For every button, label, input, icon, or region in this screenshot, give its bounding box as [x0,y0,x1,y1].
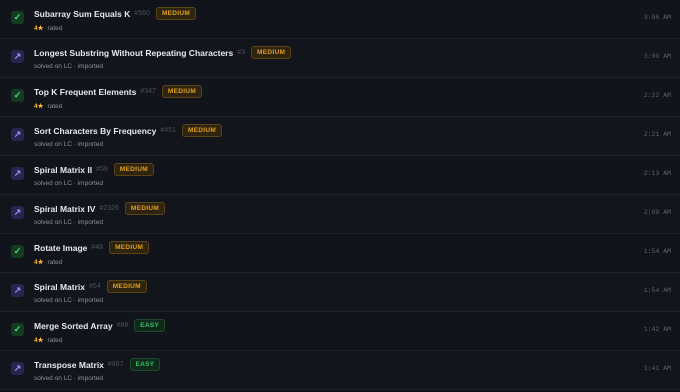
subtitle-text: solved on LC · imported [34,297,104,304]
problem-title[interactable]: Longest Substring Without Repeating Char… [34,48,233,58]
problem-subtitle: 4★ rated [34,102,62,110]
problem-title-line: Subarray Sum Equals K #560 MEDIUM [34,7,197,20]
problem-row[interactable]: ↗ Longest Substring Without Repeating Cha… [0,39,680,78]
external-link-icon: ↗ [11,284,24,297]
rating-stars: 4★ [34,259,44,266]
subtitle-text: solved on LC · imported [34,375,104,382]
subtitle-text: rated [47,25,63,32]
problem-title-line: Longest Substring Without Repeating Char… [34,46,292,59]
difficulty-badge: MEDIUM [251,46,292,59]
subtitle-text: rated [47,337,63,344]
problem-subtitle: solved on LC · imported [34,297,103,304]
problem-number: #2326 [99,205,119,212]
problem-subtitle: solved on LC · imported [34,219,103,226]
problem-row[interactable]: ↗ Spiral Matrix IV #2326 MEDIUM solved on LC… [0,195,680,234]
problem-number: #3 [237,49,246,56]
solved-time: 3:00 AM [643,53,671,60]
problem-subtitle: solved on LC · imported [34,141,103,148]
difficulty-badge: MEDIUM [109,241,150,254]
problem-number: #59 [96,166,108,173]
problem-title-line: Spiral Matrix IV #2326 MEDIUM [34,202,166,215]
problem-subtitle: solved on LC · imported [34,63,103,70]
external-link-icon: ↗ [11,362,24,375]
problem-title[interactable]: Sort Characters By Frequency [34,126,156,136]
difficulty-badge: EASY [129,358,161,371]
problem-subtitle: solved on LC · imported [34,375,103,382]
problem-title[interactable]: Subarray Sum Equals K [34,9,130,19]
problem-title-line: Spiral Matrix #54 MEDIUM [34,280,147,293]
problem-subtitle: 4★ rated [34,24,62,32]
subtitle-text: solved on LC · imported [34,141,104,148]
solved-time: 2:21 AM [643,131,671,138]
problem-title-line: Rotate Image #48 MEDIUM [34,241,150,254]
rating-stars: 4★ [34,337,44,344]
rating-stars: 4★ [34,103,44,110]
difficulty-badge: MEDIUM [155,7,197,20]
difficulty-badge: MEDIUM [181,124,223,137]
checkmark-icon: ✓ [11,323,24,336]
problem-title[interactable]: Top K Frequent Elements [34,87,136,97]
problem-number: #451 [160,127,176,134]
subtitle-text: solved on LC · imported [34,63,104,70]
external-link-icon: ↗ [11,167,24,180]
external-link-icon: ↗ [11,206,24,219]
problem-number: #347 [140,88,156,95]
problem-number: #560 [134,10,150,17]
problem-title-line: Merge Sorted Array #88 EASY [34,319,166,332]
external-link-icon: ↗ [11,50,24,63]
solved-time: 1:42 AM [643,326,671,333]
solved-time: 2:09 AM [643,209,671,216]
rating-stars: 4★ [34,25,44,32]
problem-list: ✓ Subarray Sum Equals K #560 MEDIUM 4★ rated 3… [0,0,680,392]
problem-title[interactable]: Transpose Matrix [34,360,104,370]
problem-row[interactable]: ✓ Subarray Sum Equals K #560 MEDIUM 4★ rated 3… [0,0,680,39]
solved-time: 2:13 AM [643,170,671,177]
problem-row[interactable]: ✓ Top K Frequent Elements #347 MEDIUM 4★ rate… [0,78,680,117]
problem-title-line: Sort Characters By Frequency #451 MEDIUM [34,124,223,137]
solved-time: 3:06 AM [643,14,671,21]
problem-row[interactable]: ↗ Sort Characters By Frequency #451 MEDIUM s… [0,117,680,156]
problem-title[interactable]: Spiral Matrix [34,282,85,292]
problem-title-line: Transpose Matrix #867 EASY [34,358,161,371]
external-link-icon: ↗ [11,128,24,141]
problem-row[interactable]: ↗ Spiral Matrix #54 MEDIUM solved on LC · im… [0,273,680,312]
problem-row[interactable]: ✓ Merge Sorted Array #88 EASY 4★ rated 1:42 AM [0,312,680,351]
subtitle-text: solved on LC · imported [34,180,104,187]
checkmark-icon: ✓ [11,11,24,24]
problem-number: #867 [107,361,124,368]
problem-row[interactable]: ✓ Rotate Image #48 MEDIUM 4★ rated 1:54 AM [0,234,680,273]
problem-subtitle: 4★ rated [34,336,62,344]
problem-number: #88 [116,322,129,329]
problem-title[interactable]: Spiral Matrix II [34,165,92,175]
difficulty-badge: MEDIUM [124,202,166,215]
problem-row[interactable]: ↗ Transpose Matrix #867 EASY solved on LC · … [0,351,680,390]
problem-row[interactable]: ↗ Spiral Matrix II #59 MEDIUM solved on LC ·… [0,156,680,195]
difficulty-badge: MEDIUM [161,85,203,98]
checkmark-icon: ✓ [11,245,24,258]
problem-subtitle: solved on LC · imported [34,180,103,187]
subtitle-text: rated [47,259,63,266]
difficulty-badge: EASY [134,319,166,332]
difficulty-badge: MEDIUM [106,280,147,293]
solved-time: 1:41 AM [643,365,671,372]
difficulty-badge: MEDIUM [113,163,154,176]
problem-number: #54 [89,283,101,290]
solved-time: 1:54 AM [643,248,671,255]
problem-title[interactable]: Merge Sorted Array [34,321,113,331]
problem-subtitle: 4★ rated [34,258,62,266]
problem-number: #48 [91,244,104,251]
problem-title-line: Spiral Matrix II #59 MEDIUM [34,163,154,176]
problem-title[interactable]: Spiral Matrix IV [34,204,95,214]
problem-title[interactable]: Rotate Image [34,243,87,253]
checkmark-icon: ✓ [11,89,24,102]
subtitle-text: solved on LC · imported [34,219,104,226]
solved-time: 1:54 AM [643,287,671,294]
solved-time: 2:22 AM [643,92,671,99]
subtitle-text: rated [47,103,63,110]
problem-title-line: Top K Frequent Elements #347 MEDIUM [34,85,203,98]
